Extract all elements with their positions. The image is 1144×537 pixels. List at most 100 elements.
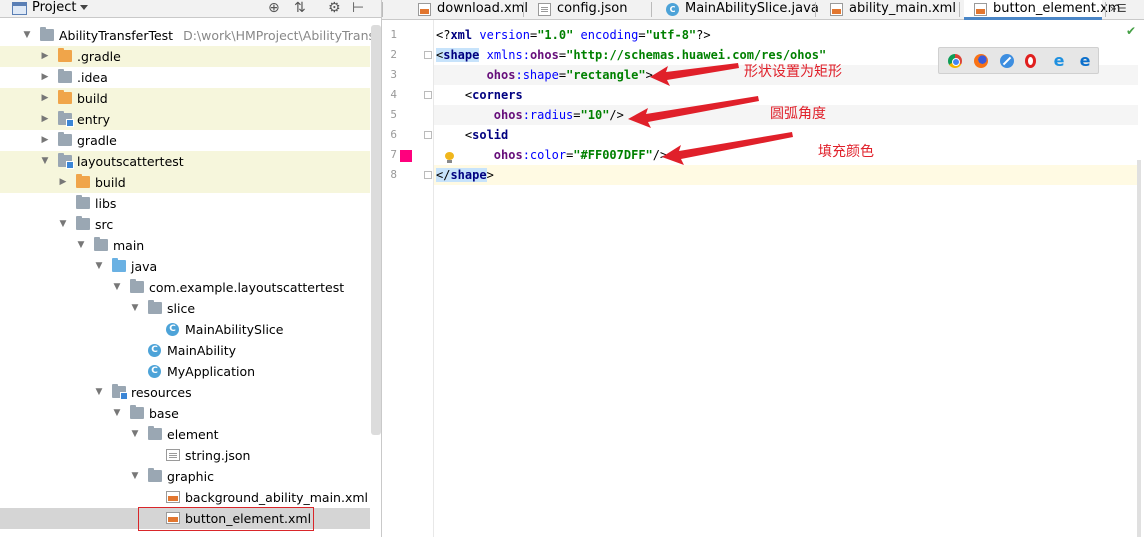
tree-item[interactable]: ▼ resources xyxy=(0,382,370,403)
folder-icon xyxy=(58,69,72,83)
code-line[interactable]: <?xml version="1.0" encoding="utf-8"?> xyxy=(434,25,1138,45)
tree-item[interactable]: ▼ java xyxy=(0,256,370,277)
tab-separator xyxy=(1105,2,1106,17)
collapse-arrow-icon[interactable]: ▶ xyxy=(40,67,50,88)
tree-item[interactable]: C MyApplication xyxy=(0,361,370,382)
tree-item[interactable]: background_ability_main.xml xyxy=(0,487,370,508)
tree-item[interactable]: ▶ build xyxy=(0,88,370,109)
color-swatch-icon[interactable] xyxy=(400,150,412,162)
tree-item[interactable]: ▼ base xyxy=(0,403,370,424)
fold-marker-icon[interactable] xyxy=(424,91,432,99)
expand-arrow-icon[interactable]: ▼ xyxy=(112,403,122,424)
tree-item[interactable]: string.json xyxy=(0,445,370,466)
tree-item[interactable]: ▶ .gradle xyxy=(0,46,370,67)
tree-item[interactable]: ▼ element xyxy=(0,424,370,445)
editor-scrollbar[interactable] xyxy=(1137,160,1141,537)
edge-icon[interactable]: e xyxy=(1077,53,1093,69)
expand-arrow-icon[interactable]: ▼ xyxy=(130,298,140,319)
fold-marker-icon[interactable] xyxy=(424,171,432,179)
tree-item-label: MainAbilitySlice xyxy=(185,322,284,337)
safari-icon[interactable] xyxy=(1000,54,1014,68)
expand-arrow-icon[interactable]: ▼ xyxy=(130,466,140,487)
code-line[interactable]: </shape> xyxy=(434,165,1138,185)
tree-item-label: .idea xyxy=(77,70,108,85)
tree-item-label: com.example.layoutscattertest xyxy=(149,280,345,295)
xml-file-icon xyxy=(166,491,180,503)
tree-item-path: D:\work\HMProject\AbilityTransferTest xyxy=(183,28,381,43)
folder-icon xyxy=(58,111,74,127)
editor-tab[interactable]: C MainAbilitySlice.java xyxy=(656,0,819,20)
tree-item-label: MyApplication xyxy=(167,364,256,379)
editor-tab[interactable]: config.json xyxy=(528,0,648,20)
editor-tab[interactable]: ability_main.xml xyxy=(820,0,956,20)
annotation-radius-label: 圆弧角度 xyxy=(770,106,826,122)
folder-icon xyxy=(130,279,144,293)
expand-arrow-icon[interactable]: ▼ xyxy=(76,235,86,256)
expand-arrow-icon[interactable]: ▼ xyxy=(94,256,104,277)
tree-item[interactable]: C MainAbility xyxy=(0,340,370,361)
tree-item-label: element xyxy=(167,427,219,442)
expand-arrow-icon[interactable]: ▼ xyxy=(94,382,104,403)
tree-item[interactable]: libs xyxy=(0,193,370,214)
tree-item[interactable]: ▼ src xyxy=(0,214,370,235)
code-line[interactable]: <solid xyxy=(434,125,1138,145)
collapse-all-icon[interactable]: ⇅ xyxy=(294,0,306,16)
code-line[interactable]: ohos:color="#FF007DFF"/> xyxy=(434,145,1138,165)
collapse-arrow-icon[interactable]: ▶ xyxy=(40,109,50,130)
tree-scrollbar[interactable] xyxy=(371,25,381,435)
annotation-color-label: 填充颜色 xyxy=(818,144,874,160)
locate-target-icon[interactable]: ⊕ xyxy=(268,0,280,16)
hide-panel-icon[interactable]: ⊢ xyxy=(352,0,364,16)
editor-tab[interactable]: button_element.xm xyxy=(964,0,1120,20)
folder-icon xyxy=(58,48,72,62)
tree-item[interactable]: ▼ AbilityTransferTest D:\work\HMProject\Ab… xyxy=(0,25,381,46)
gear-icon[interactable]: ⚙ xyxy=(328,0,341,16)
editor-tab[interactable]: download.xml xyxy=(408,0,528,20)
collapse-arrow-icon[interactable]: ▶ xyxy=(58,172,68,193)
expand-arrow-icon[interactable]: ▼ xyxy=(40,151,50,172)
tree-item-label: main xyxy=(113,238,145,253)
project-view-icon xyxy=(12,2,27,15)
ie-icon[interactable]: e xyxy=(1051,53,1067,69)
chevron-down-icon[interactable] xyxy=(80,5,88,10)
tree-item-label: gradle xyxy=(77,133,117,148)
project-view-title[interactable]: Project xyxy=(32,0,76,16)
firefox-icon[interactable] xyxy=(974,54,988,68)
xml-file-icon xyxy=(974,3,987,16)
fold-marker-icon[interactable] xyxy=(424,51,432,59)
editor-tab-bar: download.xml config.json C MainAbilitySlice… xyxy=(382,0,1144,20)
expand-arrow-icon[interactable]: ▼ xyxy=(130,424,140,445)
tree-item-label: layoutscattertest xyxy=(77,154,184,169)
expand-arrow-icon[interactable]: ▼ xyxy=(58,214,68,235)
tree-item-label: build xyxy=(77,91,108,106)
opera-icon[interactable] xyxy=(1025,54,1036,68)
tab-overflow-icon[interactable]: »☰ xyxy=(1110,0,1127,18)
tree-item[interactable]: ▶ build xyxy=(0,172,370,193)
tree-item[interactable]: ▼ main xyxy=(0,235,370,256)
line-number: 1 xyxy=(390,28,397,41)
tree-item[interactable]: ▼ slice xyxy=(0,298,370,319)
tree-item[interactable]: ▼ layoutscattertest xyxy=(0,151,370,172)
expand-arrow-icon[interactable]: ▼ xyxy=(112,277,122,298)
folder-icon xyxy=(58,153,74,169)
lightbulb-icon[interactable] xyxy=(444,152,454,164)
tree-item[interactable]: ▶ .idea xyxy=(0,67,370,88)
expand-arrow-icon[interactable]: ▼ xyxy=(22,25,32,46)
folder-icon xyxy=(94,237,108,251)
tree-item[interactable]: ▼ graphic xyxy=(0,466,370,487)
line-number: 7 xyxy=(390,148,397,161)
folder-icon xyxy=(76,174,90,188)
collapse-arrow-icon[interactable]: ▶ xyxy=(40,88,50,109)
collapse-arrow-icon[interactable]: ▶ xyxy=(40,130,50,151)
code-line[interactable]: <corners xyxy=(434,85,1138,105)
editor-tab-label: button_element.xm xyxy=(993,1,1121,16)
tree-item[interactable]: C MainAbilitySlice xyxy=(0,319,370,340)
collapse-arrow-icon[interactable]: ▶ xyxy=(40,46,50,67)
tree-item[interactable]: ▶ entry xyxy=(0,109,370,130)
xml-file-icon xyxy=(418,3,431,16)
line-number: 5 xyxy=(390,108,397,121)
fold-marker-icon[interactable] xyxy=(424,131,432,139)
tree-item[interactable]: ▶ gradle xyxy=(0,130,370,151)
chrome-icon[interactable] xyxy=(948,54,962,68)
tree-item[interactable]: ▼ com.example.layoutscattertest xyxy=(0,277,370,298)
